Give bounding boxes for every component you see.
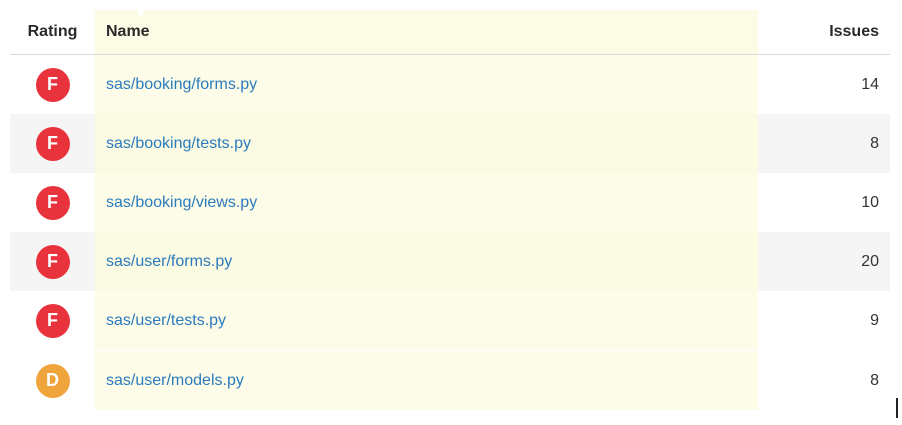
name-cell: sas/user/forms.py xyxy=(95,232,758,291)
issues-cell: 8 xyxy=(758,114,890,173)
name-column-header[interactable]: Name xyxy=(95,10,758,54)
rating-badge: F xyxy=(35,244,70,279)
table-row[interactable]: F sas/booking/tests.py 8 xyxy=(10,114,890,173)
name-cell: sas/booking/views.py xyxy=(95,173,758,232)
issues-count: 8 xyxy=(870,371,879,389)
issues-cell: 10 xyxy=(758,173,890,232)
issues-cell: 14 xyxy=(758,55,890,114)
rating-cell: F xyxy=(10,173,95,232)
rating-header-label: Rating xyxy=(27,23,78,40)
rating-cell: D xyxy=(10,351,95,410)
text-cursor-mark xyxy=(896,398,898,418)
issues-count: 14 xyxy=(861,75,879,93)
rating-badge: D xyxy=(35,363,70,398)
table-row[interactable]: D sas/user/models.py 8 xyxy=(10,351,890,410)
name-header-label: Name xyxy=(106,23,150,40)
issues-cell: 8 xyxy=(758,351,890,410)
issues-header-label: Issues xyxy=(829,23,879,40)
rating-cell: F xyxy=(10,232,95,291)
name-cell: sas/user/models.py xyxy=(95,351,758,410)
issues-column-header[interactable]: Issues xyxy=(758,10,890,54)
table-row[interactable]: F sas/user/forms.py 20 xyxy=(10,232,890,291)
file-link[interactable]: sas/booking/views.py xyxy=(106,194,257,212)
issues-count: 10 xyxy=(861,193,879,211)
rating-badge: F xyxy=(35,126,70,161)
table-header: Rating Name Issues xyxy=(10,10,890,55)
issues-cell: 9 xyxy=(758,291,890,350)
file-link[interactable]: sas/user/forms.py xyxy=(106,253,232,271)
name-cell: sas/booking/tests.py xyxy=(95,114,758,173)
rating-cell: F xyxy=(10,291,95,350)
rating-badge: F xyxy=(35,185,70,220)
rating-cell: F xyxy=(10,55,95,114)
rating-column-header[interactable]: Rating xyxy=(10,10,95,54)
file-link[interactable]: sas/booking/forms.py xyxy=(106,76,257,94)
name-cell: sas/user/tests.py xyxy=(95,291,758,350)
issues-count: 9 xyxy=(870,311,879,329)
issues-count: 20 xyxy=(861,252,879,270)
file-link[interactable]: sas/user/models.py xyxy=(106,372,244,390)
issues-count: 8 xyxy=(870,134,879,152)
table-row[interactable]: F sas/booking/views.py 10 xyxy=(10,173,890,232)
table-row[interactable]: F sas/user/tests.py 9 xyxy=(10,291,890,350)
header-divider-tick xyxy=(138,10,143,16)
file-link[interactable]: sas/booking/tests.py xyxy=(106,135,251,153)
name-cell: sas/booking/forms.py xyxy=(95,55,758,114)
file-issues-panel: Rating Name Issues F sas/booking/forms.p… xyxy=(0,0,902,425)
issues-cell: 20 xyxy=(758,232,890,291)
file-link[interactable]: sas/user/tests.py xyxy=(106,312,226,330)
files-table: Rating Name Issues F sas/booking/forms.p… xyxy=(10,10,890,410)
rating-badge: F xyxy=(35,67,70,102)
table-row[interactable]: F sas/booking/forms.py 14 xyxy=(10,55,890,114)
rating-badge: F xyxy=(35,303,70,338)
rating-cell: F xyxy=(10,114,95,173)
